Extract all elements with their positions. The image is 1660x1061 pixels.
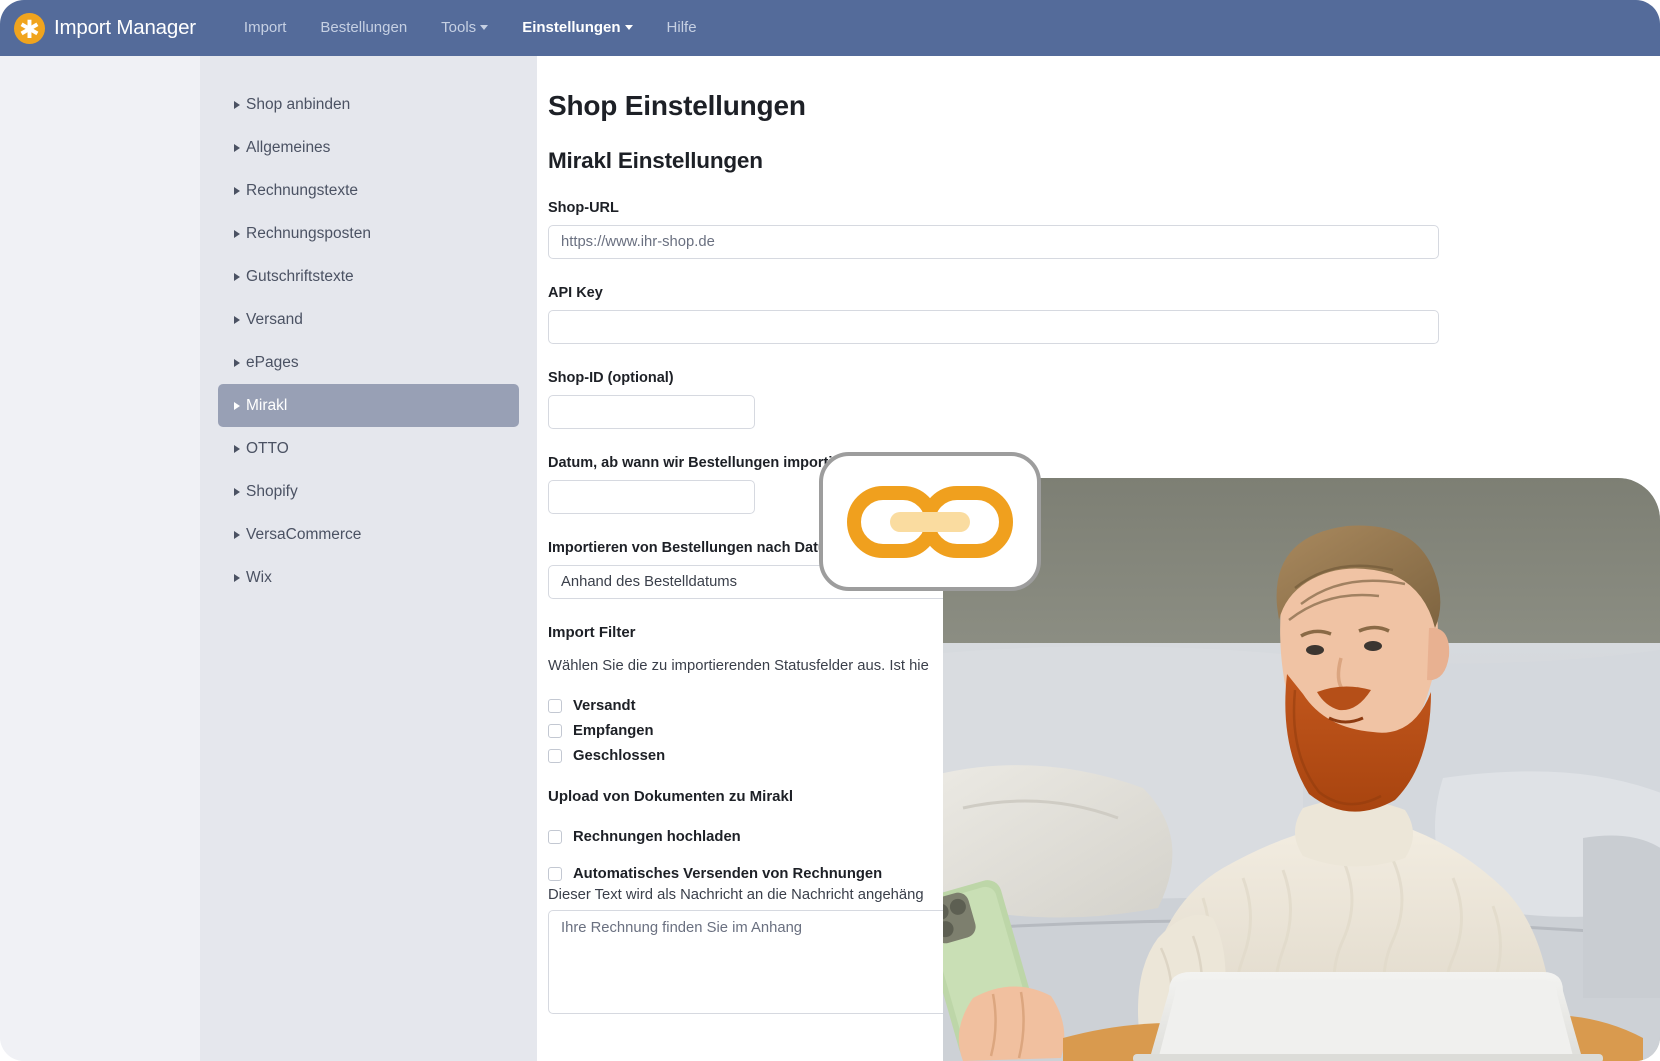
nav-link-tools-label: Tools	[441, 18, 477, 36]
sidebar-item-label: OTTO	[246, 439, 289, 457]
sidebar-item-epages[interactable]: ePages	[218, 341, 519, 384]
triangle-right-icon	[234, 530, 240, 539]
nav-link-einstellungen-label: Einstellungen	[522, 18, 621, 36]
left-gutter	[0, 56, 200, 1061]
sidebar-item-label: ePages	[246, 353, 299, 371]
sidebar-item-label: Mirakl	[246, 396, 288, 414]
nav-link-tools[interactable]: Tools	[441, 18, 489, 36]
chain-link-icon	[847, 485, 1013, 558]
settings-sidebar: Shop anbinden Allgemeines Rechnungstexte…	[200, 56, 537, 1061]
api-key-input[interactable]	[548, 310, 1439, 344]
triangle-right-icon	[234, 229, 240, 238]
sidebar-item-shop-anbinden[interactable]: Shop anbinden	[218, 83, 519, 126]
chevron-down-icon	[480, 25, 489, 31]
shop-url-input[interactable]: https://www.ihr-shop.de	[548, 225, 1439, 259]
checkbox-label: Versandt	[573, 698, 636, 714]
sidebar-item-wix[interactable]: Wix	[218, 556, 519, 599]
hero-photo	[943, 478, 1660, 1061]
nav-link-einstellungen[interactable]: Einstellungen	[522, 18, 633, 36]
triangle-right-icon	[234, 186, 240, 195]
checkbox-icon[interactable]	[548, 699, 562, 713]
triangle-right-icon	[234, 143, 240, 152]
sidebar-item-label: Rechnungstexte	[246, 181, 359, 199]
checkbox-label: Geschlossen	[573, 748, 666, 764]
checkbox-icon[interactable]	[548, 724, 562, 738]
brand-label: Import Manager	[54, 16, 196, 39]
nav-link-bestellungen[interactable]: Bestellungen	[320, 19, 407, 36]
top-navbar: ✱ Import Manager Import Bestellungen Too…	[0, 0, 1660, 56]
sidebar-item-versand[interactable]: Versand	[218, 298, 519, 341]
brand[interactable]: ✱ Import Manager	[14, 12, 196, 44]
nav-link-import[interactable]: Import	[244, 19, 287, 36]
nav-link-import-label: Import	[243, 18, 287, 36]
api-key-label: API Key	[548, 285, 603, 301]
sidebar-item-gutschriftstexte[interactable]: Gutschriftstexte	[218, 255, 519, 298]
sidebar-item-label: Rechnungsposten	[246, 224, 371, 242]
sidebar-item-versacommerce[interactable]: VersaCommerce	[218, 513, 519, 556]
checkbox-icon[interactable]	[548, 867, 562, 881]
link-badge	[819, 452, 1041, 591]
checkbox-icon[interactable]	[548, 749, 562, 763]
photo-illustration	[943, 478, 1660, 1061]
import-date-input[interactable]	[548, 480, 755, 514]
sidebar-item-rechnungstexte[interactable]: Rechnungstexte	[218, 169, 519, 212]
checkbox-label: Rechnungen hochladen	[573, 829, 741, 845]
chevron-down-icon	[624, 25, 633, 31]
checkbox-label: Automatisches Versenden von Rechnungen	[573, 866, 883, 882]
message-textarea[interactable]: Ihre Rechnung finden Sie im Anhang	[548, 910, 981, 1014]
app-window: ✱ Import Manager Import Bestellungen Too…	[0, 0, 1660, 1061]
import-date-label: Datum, ab wann wir Bestellungen importie…	[548, 455, 909, 471]
triangle-right-icon	[234, 487, 240, 496]
sidebar-item-allgemeines[interactable]: Allgemeines	[218, 126, 519, 169]
section-title: Mirakl Einstellungen	[548, 148, 763, 173]
sidebar-item-otto[interactable]: OTTO	[218, 427, 519, 470]
triangle-right-icon	[234, 573, 240, 582]
sidebar-item-label: Versand	[246, 310, 303, 328]
page-title: Shop Einstellungen	[548, 90, 806, 121]
sidebar-item-shopify[interactable]: Shopify	[218, 470, 519, 513]
nav-link-bestellungen-label: Bestellungen	[320, 18, 408, 36]
nav-link-hilfe[interactable]: Hilfe	[667, 19, 697, 36]
nav-link-hilfe-label: Hilfe	[666, 18, 697, 36]
shop-id-label: Shop-ID (optional)	[548, 370, 674, 386]
shop-id-input[interactable]	[548, 395, 755, 429]
sidebar-item-mirakl[interactable]: Mirakl	[218, 384, 519, 427]
shop-url-label: Shop-URL	[548, 200, 619, 216]
triangle-right-icon	[234, 444, 240, 453]
sidebar-item-rechnungsposten[interactable]: Rechnungsposten	[218, 212, 519, 255]
sidebar-item-label: Allgemeines	[246, 138, 331, 156]
sidebar-item-label: Gutschriftstexte	[246, 267, 354, 285]
checkbox-icon[interactable]	[548, 830, 562, 844]
triangle-right-icon	[234, 358, 240, 367]
asterisk-star-icon: ✱	[14, 12, 45, 44]
triangle-right-icon	[234, 315, 240, 324]
nav-links: Import Bestellungen Tools Einstellungen …	[244, 19, 697, 38]
triangle-right-icon	[234, 401, 240, 410]
sidebar-item-label: VersaCommerce	[246, 525, 362, 543]
sidebar-item-label: Shop anbinden	[246, 95, 351, 113]
checkbox-label: Empfangen	[573, 723, 654, 739]
sidebar-item-label: Wix	[246, 568, 272, 586]
triangle-right-icon	[234, 100, 240, 109]
sidebar-item-label: Shopify	[246, 482, 298, 500]
triangle-right-icon	[234, 272, 240, 281]
